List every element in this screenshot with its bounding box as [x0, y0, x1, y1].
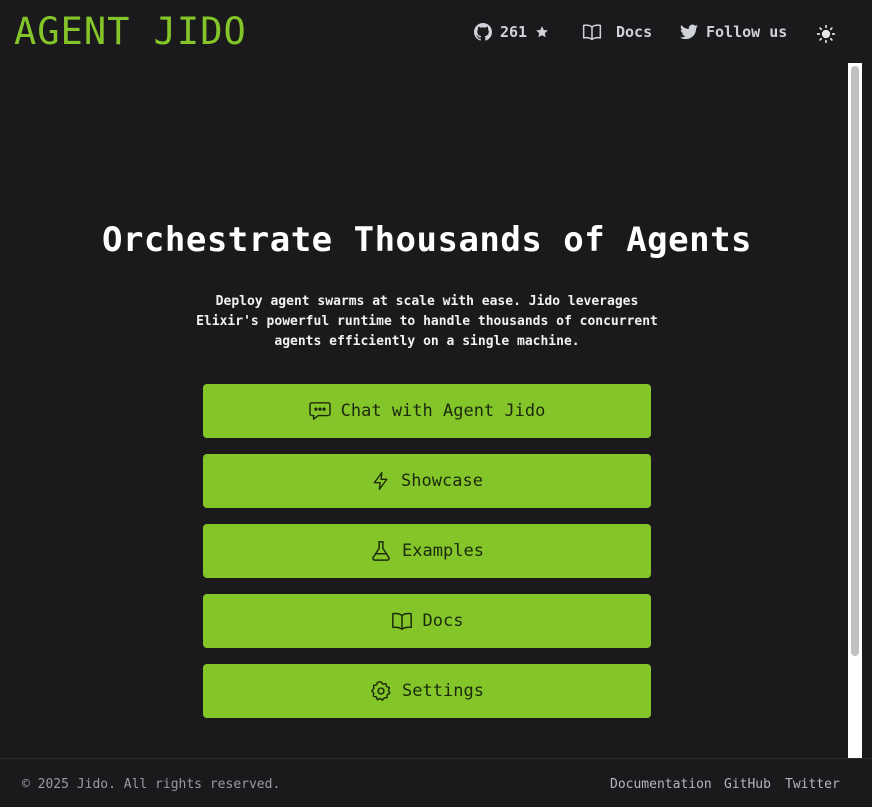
follow-us-link[interactable]: Follow us	[680, 20, 787, 44]
chat-icon	[308, 401, 341, 421]
sun-icon	[816, 24, 836, 44]
footer-link-github[interactable]: GitHub	[724, 777, 771, 792]
site-logo[interactable]: AGENT JIDO	[14, 11, 247, 53]
chat-with-agent-button[interactable]: Chat with Agent Jido	[203, 384, 651, 438]
github-star-count: 261	[500, 23, 528, 41]
page-footer: © 2025 Jido. All rights reserved. Docume…	[0, 758, 872, 807]
copyright-text: © 2025 Jido. All rights reserved.	[22, 777, 281, 792]
github-stars-link[interactable]: 261	[474, 20, 549, 44]
footer-link-twitter[interactable]: Twitter	[785, 777, 840, 792]
showcase-button-label: Showcase	[401, 471, 483, 491]
hero-title: Orchestrate Thousands of Agents	[101, 220, 753, 260]
settings-icon	[370, 680, 402, 702]
settings-button-label: Settings	[402, 681, 484, 701]
chat-button-label: Chat with Agent Jido	[340, 401, 546, 421]
book-icon	[582, 23, 602, 41]
footer-link-documentation[interactable]: Documentation	[610, 777, 712, 792]
docs-nav-link[interactable]: Docs	[582, 20, 652, 44]
scrollbar[interactable]	[848, 63, 862, 758]
twitter-icon	[680, 24, 698, 40]
examples-button-label: Examples	[402, 541, 484, 561]
docs-button[interactable]: Docs	[203, 594, 651, 648]
hero-subtitle: Deploy agent swarms at scale with ease. …	[196, 294, 658, 349]
settings-button[interactable]: Settings	[203, 664, 651, 718]
book-icon	[391, 611, 423, 631]
flask-icon	[370, 540, 402, 562]
examples-button[interactable]: Examples	[203, 524, 651, 578]
showcase-button[interactable]: Showcase	[203, 454, 651, 508]
bolt-icon	[371, 470, 401, 492]
docs-nav-label: Docs	[616, 23, 653, 41]
docs-button-label: Docs	[422, 611, 464, 631]
github-icon	[474, 23, 492, 41]
scrollbar-thumb[interactable]	[851, 66, 859, 656]
follow-us-label: Follow us	[706, 23, 788, 41]
star-icon	[535, 25, 549, 39]
top-nav: AGENT JIDO 261 Docs Follow us	[0, 0, 872, 62]
theme-toggle-button[interactable]	[816, 22, 836, 46]
